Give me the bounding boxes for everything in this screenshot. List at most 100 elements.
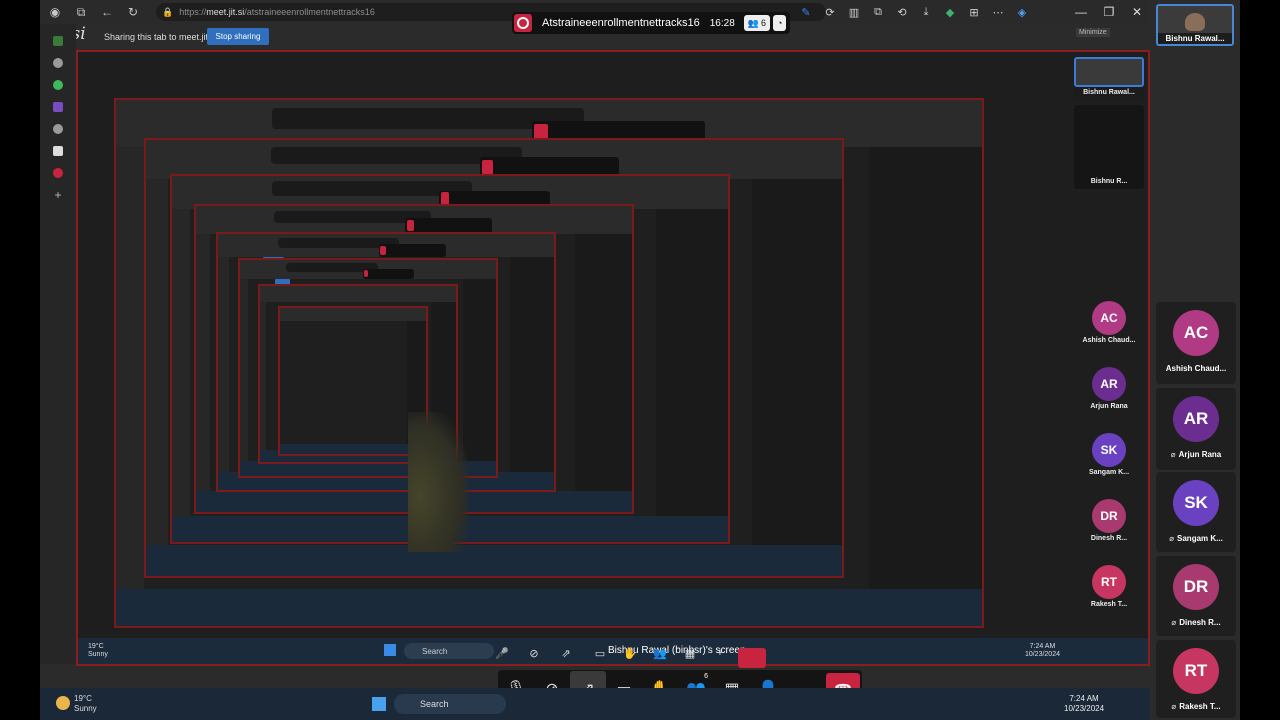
copilot-icon[interactable]: ◈: [1012, 2, 1032, 22]
participant-name: Bishnu R...: [1090, 178, 1128, 185]
screenshot-icon[interactable]: ⊞: [964, 2, 984, 22]
inner-weather: 19°C Sunny: [88, 643, 108, 658]
windows-taskbar: 19°C Sunny Search 7:24 AM 10/23/2024: [40, 688, 1150, 720]
tab-actions-icon[interactable]: ⧉: [70, 1, 92, 23]
avatar: RT: [1092, 565, 1126, 599]
github-icon[interactable]: [53, 124, 63, 134]
avatar: AR: [1092, 367, 1126, 401]
shared-screen-view: Bishnu Rawal... Bishnu R... AC Ashish Ch…: [76, 50, 1150, 666]
bootstrap-icon[interactable]: [53, 102, 63, 112]
self-video-tile[interactable]: Bishnu Rawal...: [1156, 4, 1234, 46]
add-icon[interactable]: +: [53, 189, 63, 201]
windows-start-icon[interactable]: [372, 697, 386, 711]
back-icon[interactable]: ←: [96, 1, 118, 23]
recording-icon: [514, 14, 532, 32]
inner-participant-tile[interactable]: AR Arjun Rana: [1074, 367, 1144, 427]
clock-date: 10/23/2024: [1064, 704, 1105, 713]
extension-icon[interactable]: ✎: [796, 2, 816, 22]
collections-icon[interactable]: ⧉: [868, 2, 888, 22]
inner-clock: 7:24 AM 10/23/2024: [1024, 643, 1060, 658]
document-icon[interactable]: [53, 146, 63, 156]
meeting-title: Atstraineeenrollmentnettracks16: [542, 17, 700, 29]
inner-participant-video[interactable]: Bishnu Rawal...: [1074, 57, 1144, 99]
url-path: /atstraineeenrollmentnettracks16: [244, 7, 375, 17]
lock-icon: 🔒: [162, 6, 174, 17]
chat-icon: ▭: [594, 647, 606, 660]
participant-name: Bishnu Rawal...: [1158, 33, 1232, 44]
participant-tile[interactable]: AR ⌀Arjun Rana: [1156, 388, 1236, 470]
avatar: DR: [1173, 564, 1219, 610]
participant-tile[interactable]: AC Ashish Chaud...: [1156, 302, 1236, 384]
inner-participant-screen[interactable]: Bishnu R...: [1074, 105, 1144, 189]
weather-widget[interactable]: 19°C Sunny: [74, 694, 97, 714]
participant-name: Sangam K...: [1088, 469, 1130, 476]
settings-icon[interactable]: ⋯: [988, 2, 1008, 22]
avatar: DR: [1092, 499, 1126, 533]
avatar: AC: [1092, 301, 1126, 335]
minimize-icon[interactable]: —: [1070, 2, 1092, 22]
meeting-time: 16:28: [709, 17, 735, 29]
weather-condition: Sunny: [74, 704, 97, 713]
dock-app-icon[interactable]: [53, 36, 63, 46]
participant-tile[interactable]: DR ⌀Dinesh R...: [1156, 556, 1236, 636]
downloads-icon[interactable]: ⤓: [916, 2, 936, 22]
browser-logo-icon: ◉: [49, 5, 61, 19]
restore-icon[interactable]: ❐: [1098, 2, 1120, 22]
mic-muted-icon: ⌀: [1170, 450, 1176, 459]
participant-face: [1185, 13, 1205, 31]
avatar: SK: [1173, 480, 1219, 526]
stop-sharing-button[interactable]: Stop sharing: [207, 28, 269, 45]
avatar: SK: [1092, 433, 1126, 467]
meeting-info-pill: Atstraineeenrollmentnettracks16 16:28 👥 6…: [512, 12, 791, 34]
inner-toolbar: 🎤 ⊘ ⇗ ▭ ✋ 👥 ▦ + ⋯: [482, 640, 782, 666]
mic-muted-icon: ⌀: [1171, 702, 1177, 711]
vpn-icon[interactable]: ◆: [940, 2, 960, 22]
gauge-icon: ◔: [777, 18, 783, 28]
screenshot-root: ◉ ⧉ ← ↻ 🔒 https://meet.jit.si/atstrainee…: [0, 0, 1280, 720]
avatar: RT: [1173, 648, 1219, 694]
inner-participant-tile[interactable]: AC Ashish Chaud...: [1074, 301, 1144, 361]
video-thumbnail: [1074, 57, 1144, 87]
participants-count: 6: [704, 673, 708, 680]
weather-sun-icon[interactable]: [56, 696, 70, 710]
nested-screen-frame: [278, 306, 428, 456]
participant-tile[interactable]: SK ⌀Sangam K...: [1156, 472, 1236, 552]
sidebar-dock: +: [40, 24, 76, 664]
participant-name: ⌀Rakesh T...: [1171, 702, 1221, 711]
camera-off-icon: ⊘: [529, 647, 539, 660]
avatar: AC: [1173, 310, 1219, 356]
sync-icon[interactable]: ⟳: [820, 2, 840, 22]
mic-icon: 🎤: [495, 647, 509, 660]
connection-badge[interactable]: ◔: [773, 15, 787, 31]
participant-name: Arjun Rana: [1090, 403, 1128, 410]
url-domain: meet.jit.si: [206, 7, 245, 17]
recursion-vanishing-point: [408, 412, 468, 552]
refresh-icon[interactable]: ↻: [122, 1, 144, 23]
window-controls: — ❐ ✕: [1070, 2, 1148, 22]
split-screen-icon[interactable]: ▥: [844, 2, 864, 22]
inner-participants-column: Bishnu Rawal... Bishnu R... AC Ashish Ch…: [1072, 55, 1148, 661]
taskbar-search[interactable]: Search: [394, 694, 506, 714]
record-icon[interactable]: [53, 168, 63, 178]
participants-icon: 👥: [653, 647, 667, 660]
sharing-notice: Sharing this tab to meet.jit.si: [104, 32, 218, 42]
participant-count: 6: [761, 18, 767, 28]
people-icon: 👥: [747, 17, 759, 28]
minimize-tooltip: Minimize: [1076, 28, 1110, 37]
chrome-icon[interactable]: [53, 80, 63, 90]
inner-participant-tile[interactable]: DR Dinesh R...: [1074, 499, 1144, 559]
inner-participant-tile[interactable]: SK Sangam K...: [1074, 433, 1144, 493]
mic-muted-icon: ⌀: [1169, 534, 1175, 543]
outer-filmstrip: Bishnu Rawal... AC Ashish Chaud... AR ⌀ A…: [1150, 0, 1240, 720]
raise-hand-icon: ✋: [623, 647, 637, 660]
close-icon[interactable]: ✕: [1126, 2, 1148, 22]
browser-window: ◉ ⧉ ← ↻ 🔒 https://meet.jit.si/atstrainee…: [40, 0, 1240, 720]
participants-badge[interactable]: 👥 6: [743, 15, 771, 31]
inner-participant-tile[interactable]: RT Rakesh T...: [1074, 565, 1144, 625]
system-clock[interactable]: 7:24 AM 10/23/2024: [1064, 694, 1104, 714]
participant-name: Ashish Chaud...: [1165, 364, 1227, 373]
history-icon[interactable]: ⟲: [892, 2, 912, 22]
participant-name: Dinesh R...: [1090, 535, 1128, 542]
github-icon[interactable]: [53, 58, 63, 68]
participant-tile[interactable]: RT ⌀Rakesh T...: [1156, 640, 1236, 718]
